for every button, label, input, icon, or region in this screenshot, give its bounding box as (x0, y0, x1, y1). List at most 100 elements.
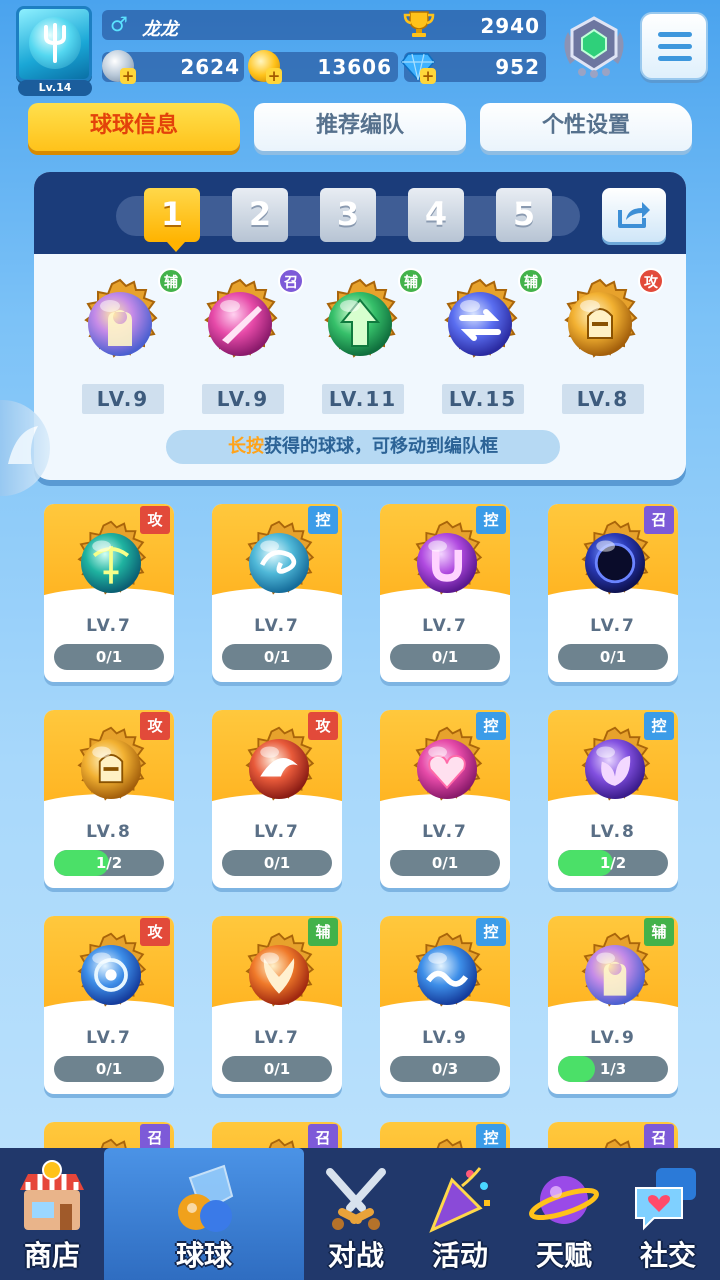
player-avatar[interactable] (16, 6, 92, 82)
blue-swap-ball-icon (444, 278, 518, 358)
silver-count: 2624 (180, 55, 240, 79)
card-progress-bar: 1/2 (54, 850, 164, 876)
share-icon (618, 202, 650, 228)
nav-label: 对战 (327, 1239, 384, 1272)
ball-card[interactable]: 控 LV.7 0/1 (380, 710, 510, 888)
card-progress-bar: 0/3 (390, 1056, 500, 1082)
ball-card[interactable]: 控 LV.7 0/1 (380, 504, 510, 682)
card-progress-bar: 1/2 (558, 850, 668, 876)
card-type-tag: 攻 (140, 712, 170, 740)
menu-line (658, 56, 692, 61)
team-ball-type-tag: 辅 (158, 268, 184, 294)
hint-text: 获得的球球，可移动到编队框 (264, 436, 498, 457)
ball-card[interactable]: 攻 LV.7 0/1 (44, 504, 174, 682)
team-ball-level: LV.9 (202, 384, 284, 414)
card-progress-bar: 0/1 (222, 644, 332, 670)
card-level: LV.7 (86, 616, 132, 636)
card-level: LV.7 (254, 616, 300, 636)
ball-card[interactable]: 辅 LV.9 1/3 (548, 916, 678, 1094)
gold-plus-button[interactable]: + (266, 68, 282, 84)
team-ball-type-tag: 辅 (518, 268, 544, 294)
card-level: LV.7 (254, 822, 300, 842)
trophy-count: 2940 (480, 14, 540, 38)
card-progress-text: 0/1 (95, 648, 123, 666)
selected-slot-pointer (167, 242, 185, 252)
card-level: LV.9 (590, 1028, 636, 1048)
team-slot-4[interactable]: 4 (408, 188, 464, 242)
ball-card[interactable]: 攻 LV.7 0/1 (44, 916, 174, 1094)
ball-card[interactable]: 辅 LV.7 0/1 (212, 916, 342, 1094)
card-progress-bar: 0/1 (558, 644, 668, 670)
shark-fin-icon (8, 426, 38, 464)
card-progress-text: 1/3 (599, 1060, 627, 1078)
chat-heart-icon (635, 1168, 696, 1231)
card-level: LV.8 (86, 822, 132, 842)
trophy-icon (403, 11, 435, 37)
team-panel: 1 2 3 4 5 辅 召 辅 辅 攻 LV.9 LV.9 LV.11 LV.1… (34, 172, 686, 480)
player-level-badge: Lv.14 (18, 80, 92, 96)
nav-item-balls[interactable]: 球球 (104, 1148, 304, 1280)
card-progress-bar: 0/1 (54, 1056, 164, 1082)
card-level: LV.9 (422, 1028, 468, 1048)
card-level: LV.7 (422, 616, 468, 636)
card-progress-text: 0/1 (95, 1060, 123, 1078)
ball-card[interactable]: 召 LV.7 0/1 (548, 504, 678, 682)
menu-button[interactable] (640, 12, 708, 80)
team-slot-5[interactable]: 5 (496, 188, 552, 242)
card-progress-bar: 0/1 (390, 850, 500, 876)
silver-plus-button[interactable]: + (120, 68, 136, 84)
team-slot-1[interactable]: 1 (144, 188, 200, 242)
ball-card[interactable]: 控 LV.8 1/2 (548, 710, 678, 888)
tab-personal-settings[interactable]: 个性设置 (480, 103, 692, 151)
nav-item-party-popper[interactable]: 活动 (408, 1148, 512, 1280)
card-type-tag: 控 (308, 506, 338, 534)
card-type-tag: 控 (476, 918, 506, 946)
ball-card[interactable]: 攻 LV.8 1/2 (44, 710, 174, 888)
menu-line (658, 44, 692, 49)
nav-item-planet-talent[interactable]: 天赋 (512, 1148, 616, 1280)
card-type-tag: 控 (476, 506, 506, 534)
nav-item-shop[interactable]: 商店 (0, 1148, 104, 1280)
team-ball-4[interactable] (432, 276, 528, 372)
card-progress-text: 0/3 (431, 1060, 459, 1078)
card-type-tag: 攻 (140, 918, 170, 946)
player-name: 龙龙 (142, 19, 178, 40)
ball-card[interactable]: 控 LV.7 0/1 (212, 504, 342, 682)
card-level: LV.8 (590, 822, 636, 842)
team-ball-5[interactable] (552, 276, 648, 372)
team-slot-3[interactable]: 3 (320, 188, 376, 242)
share-button[interactable] (602, 188, 666, 242)
card-type-tag: 辅 (644, 918, 674, 946)
card-type-tag: 攻 (308, 712, 338, 740)
card-progress-text: 1/2 (95, 854, 123, 872)
team-ball-2[interactable] (192, 276, 288, 372)
team-ball-3[interactable] (312, 276, 408, 372)
ball-card[interactable]: 攻 LV.7 0/1 (212, 710, 342, 888)
team-ball-1[interactable] (72, 276, 168, 372)
party-popper-icon (429, 1167, 490, 1233)
pink-blade-ball-icon (204, 278, 278, 358)
tab-recommended-team[interactable]: 推荐编队 (254, 103, 466, 151)
card-progress-bar: 0/1 (222, 1056, 332, 1082)
card-progress-text: 0/1 (263, 854, 291, 872)
trident-icon (44, 23, 66, 63)
nav-label: 商店 (23, 1239, 80, 1272)
ball-card[interactable]: 控 LV.9 0/3 (380, 916, 510, 1094)
card-progress-bar: 0/1 (54, 644, 164, 670)
gem-plus-button[interactable]: + (420, 68, 436, 84)
shop-icon (20, 1160, 84, 1230)
nav-item-chat-heart[interactable]: 社交 (616, 1148, 720, 1280)
card-progress-text: 0/1 (431, 854, 459, 872)
hint-highlight: 长按 (228, 436, 264, 457)
team-ball-level: LV.8 (562, 384, 644, 414)
rank-emblem-icon[interactable] (560, 12, 628, 80)
team-slot-2[interactable]: 2 (232, 188, 288, 242)
tab-ball-info[interactable]: 球球信息 (28, 103, 240, 151)
card-progress-text: 0/1 (263, 1060, 291, 1078)
team-ball-type-tag: 辅 (398, 268, 424, 294)
nav-label: 天赋 (535, 1239, 592, 1272)
nav-item-battle-swords[interactable]: 对战 (304, 1148, 408, 1280)
team-hint: 长按获得的球球，可移动到编队框 (166, 430, 560, 464)
card-level: LV.7 (86, 1028, 132, 1048)
battle-swords-icon (326, 1168, 386, 1230)
